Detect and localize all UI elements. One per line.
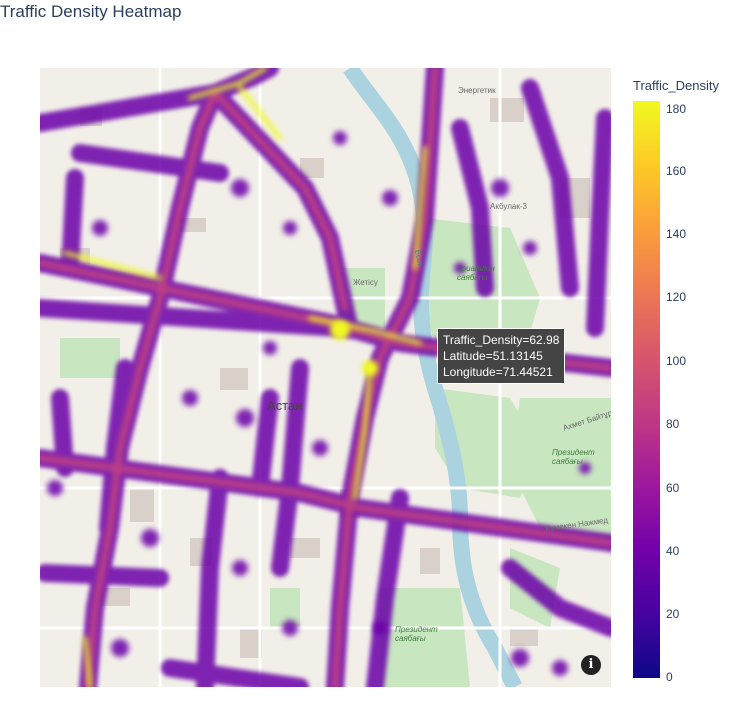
colorbar-tick: 140 [666, 227, 687, 241]
colorbar [633, 101, 660, 678]
colorbar-tick: 180 [666, 102, 687, 116]
place-label-zhetisu: Жетісу [353, 278, 378, 287]
colorbar-tick: 0 [666, 670, 673, 684]
colorbar-tick: 160 [666, 164, 687, 178]
place-label-president-park-1: Президент саябағы [552, 448, 595, 466]
place-label-akbulak: Акбулак-3 [490, 202, 527, 211]
colorbar-tick: 20 [666, 607, 680, 621]
tooltip-longitude: Longitude=71.44521 [443, 365, 553, 379]
colorbar-tick: 120 [666, 290, 687, 304]
chart-title: Traffic Density Heatmap [0, 2, 182, 21]
tooltip-density: Traffic_Density=62.98 [443, 333, 560, 347]
place-label-president-park-2: Президент саябағы [395, 625, 438, 643]
colorbar-tick: 40 [666, 544, 680, 558]
colorbar-title: Traffic_Density [633, 78, 719, 93]
colorbar-tick: 60 [666, 481, 680, 495]
tooltip-latitude: Latitude=51.13145 [443, 349, 543, 363]
colorbar-tick: 100 [666, 354, 687, 368]
info-icon[interactable]: i [581, 655, 601, 675]
hover-tooltip: Traffic_Density=62.98 Latitude=51.13145 … [437, 328, 566, 384]
place-label-energetik: Энергетик [458, 86, 496, 95]
place-label-triathlon: Триатлон саябағы [457, 264, 495, 282]
colorbar-tick: 80 [666, 417, 680, 431]
city-label: Астан [267, 398, 303, 413]
